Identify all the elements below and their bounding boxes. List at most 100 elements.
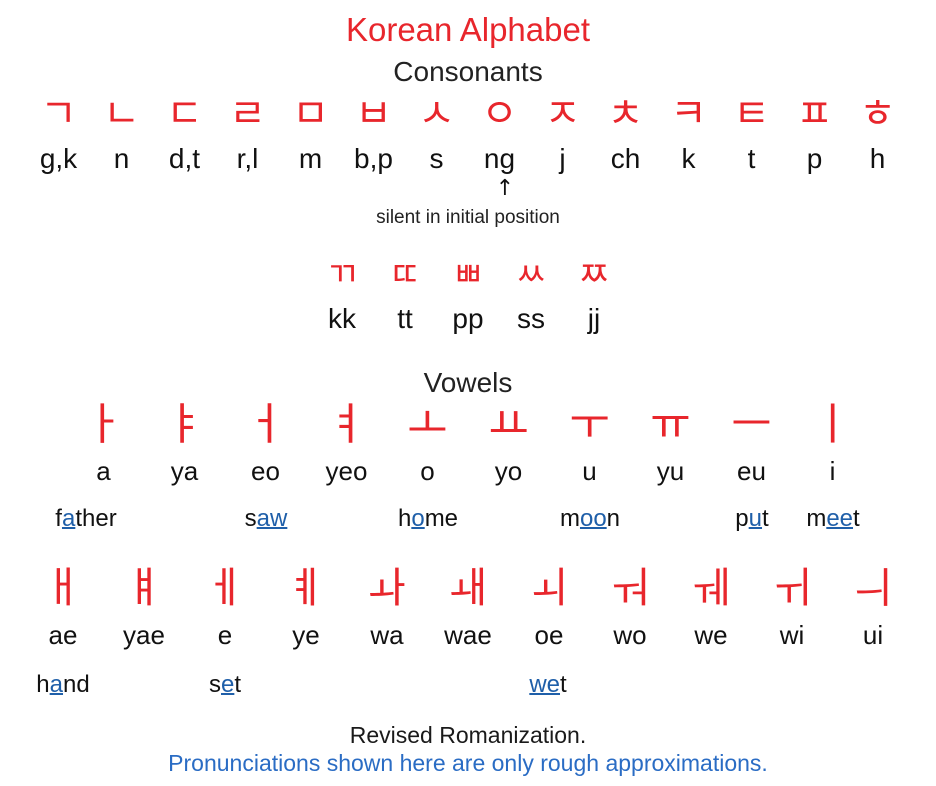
compound-vowel-cell: ㅞ we: [671, 562, 752, 650]
compound-vowel-example-word-prefix: h: [36, 671, 50, 698]
double-consonant-romanization: tt: [397, 303, 413, 334]
vowel-example-word-prefix: m: [559, 505, 580, 532]
vowel-cell: ㅗo: [387, 400, 468, 486]
page-title: Korean Alphabet: [345, 11, 591, 48]
consonant-romanization: b,p: [354, 143, 393, 174]
silent-arrow-icon: ↑: [495, 176, 515, 201]
consonant-cell: ㅎh: [846, 92, 909, 173]
double-consonant-romanization: kk: [328, 303, 356, 334]
compound-vowel-cell: ㅢ ui: [833, 562, 914, 649]
vowel-example-word-suffix: t: [762, 505, 769, 532]
consonant-cell: ㅇ ng: [468, 92, 531, 173]
double-consonant-cell: ㄸ tt: [374, 255, 437, 333]
consonant-romanization: ch: [610, 143, 641, 174]
vowel-example-word: meet: [806, 504, 859, 534]
double-consonant-romanization: ss: [517, 303, 545, 334]
compound-vowel-romanization: ye: [292, 620, 320, 650]
vowel-example-word-suffix: t: [853, 505, 860, 532]
vowel-glyph: ㅓ: [245, 399, 286, 450]
consonant-glyph: ㄱ: [40, 91, 77, 137]
double-consonant-cell: ㄲ kk: [311, 255, 374, 333]
vowel-romanization: eu: [737, 456, 766, 486]
vowel-example-word: home: [398, 504, 458, 534]
vowel-glyph: ㅣ: [812, 399, 853, 450]
consonant-romanization: j: [559, 143, 566, 174]
vowel-glyph: ㅡ: [731, 399, 772, 450]
compound-vowel-glyph: ㅝ: [610, 563, 650, 612]
compound-vowel-example-word-suffix: nd: [63, 671, 90, 698]
compound-vowel-glyph: ㅚ: [529, 563, 569, 612]
consonant-glyph: ㄹ: [229, 91, 266, 137]
compound-vowel-glyph: ㅖ: [286, 563, 326, 612]
consonant-cell: ㅋk: [657, 92, 720, 173]
compound-vowel-romanization: wo: [613, 620, 647, 650]
vowel-glyph: ㅠ: [650, 399, 691, 450]
double-consonant-romanization: jj: [587, 303, 601, 334]
vowel-cell: ㅑ ya: [144, 399, 225, 485]
double-consonant-glyph: ㄲ: [326, 255, 358, 295]
vowel-example-word-prefix: s: [244, 505, 257, 532]
consonant-cell: ㄷ d,t: [153, 92, 216, 173]
compound-vowel-example-word-highlight: we: [529, 671, 561, 698]
vowel-cell: ㅓ eo: [225, 399, 306, 485]
consonant-glyph: ㅈ: [544, 91, 581, 137]
compound-vowel-cell: ㅘ wa: [347, 562, 428, 650]
consonant-romanization: p: [806, 143, 823, 174]
vowel-example-word-highlight: o: [411, 505, 425, 532]
double-consonant-glyph: ㅃ: [452, 255, 484, 295]
vowels-heading: Vowels: [423, 367, 513, 398]
compound-vowel-cell: ㅙ wae: [428, 562, 509, 650]
consonant-cell: ㄹ r,l: [216, 92, 279, 173]
consonant-romanization: t: [747, 143, 756, 174]
vowel-example-word-highlight: aw: [256, 505, 288, 532]
vowel-cell: ㅡ eu: [711, 399, 792, 486]
vowel-example-word-prefix: p: [735, 505, 749, 532]
compound-vowel-romanization: we: [694, 620, 728, 650]
compound-vowel-glyph: ㅔ: [205, 563, 245, 612]
consonant-glyph: ㅇ: [481, 91, 518, 137]
vowel-example-word-prefix: h: [397, 505, 412, 532]
vowel-romanization: o: [420, 456, 435, 486]
consonant-cell: ㅍp: [783, 92, 846, 173]
double-consonant-cell: ㅃ pp: [437, 255, 500, 333]
compound-vowel-cell: ㅐ ae: [23, 562, 104, 649]
consonant-romanization: k: [681, 143, 696, 174]
consonant-glyph: ㅍ: [796, 91, 833, 137]
compound-vowel-example-word-suffix: t: [234, 671, 242, 698]
vowel-cell: ㅛ yo: [468, 400, 549, 485]
vowel-example-word: put: [735, 504, 768, 534]
consonant-cell: ㅈj: [531, 92, 594, 173]
korean-alphabet-chart: Korean Alphabet Consonants ㄱ g,k ㄴ n ㄷ d,t ㄹ r,…: [0, 0, 936, 786]
consonant-romanization: n: [113, 143, 130, 174]
consonant-row: ㄱ g,k ㄴ n ㄷ d,t ㄹ r,l ㅁ m ㅂ b,p ㅅ s ㅇ ng ㅈ j ㅊ ch ㅋ k ㅌ t ㅍ p ㅎ h: [0, 92, 936, 173]
consonants-heading: Consonants: [393, 56, 543, 87]
compound-vowel-row: ㅐ ae ㅒ yae ㅔ e ㅖ ye ㅘ wa ㅙ wae ㅚ oe ㅝ wo ㅞ we ㅟ wi ㅢ ui: [0, 562, 936, 650]
consonant-romanization: m: [298, 143, 323, 174]
double-consonant-row: ㄲ kk ㄸ tt ㅃ pp ㅆ ss ㅉ jj: [0, 255, 936, 333]
vowel-example-word-prefix: f: [55, 505, 62, 532]
compound-vowel-romanization: wa: [370, 620, 404, 650]
consonant-glyph: ㅌ: [733, 91, 770, 137]
compound-vowel-example-word-suffix: t: [560, 671, 567, 698]
vowel-row: ㅏ a ㅑ ya ㅓ eo ㅕ yeo ㅗ o ㅛ yo ㅜ u ㅠ yu ㅡ eu ㅣ i: [0, 399, 936, 486]
consonant-glyph: ㅅ: [418, 91, 455, 137]
vowel-romanization: yeo: [325, 456, 368, 486]
double-consonant-romanization: pp: [452, 303, 484, 334]
compound-vowel-example-words: hand set wet: [0, 670, 936, 704]
compound-vowel-example-word-highlight: e: [220, 671, 235, 698]
vowel-example-word-suffix: n: [606, 505, 621, 532]
vowel-romanization: yu: [656, 456, 685, 486]
vowel-example-word: father: [55, 504, 116, 534]
compound-vowel-romanization: wae: [444, 620, 492, 650]
vowel-example-word-highlight: ee: [826, 505, 854, 532]
vowel-example-word-suffix: me: [424, 505, 459, 532]
vowel-glyph: ㅑ: [164, 399, 205, 450]
consonant-glyph: ㄴ: [103, 91, 140, 137]
vowel-glyph: ㅕ: [326, 399, 367, 450]
consonant-romanization: s: [429, 143, 444, 174]
compound-vowel-romanization: oe: [534, 620, 564, 650]
vowel-cell: ㅣi: [792, 399, 873, 485]
compound-vowel-glyph: ㅙ: [448, 563, 488, 612]
vowel-cell: ㅜu: [549, 400, 630, 485]
vowel-glyph: ㅏ: [83, 399, 124, 450]
